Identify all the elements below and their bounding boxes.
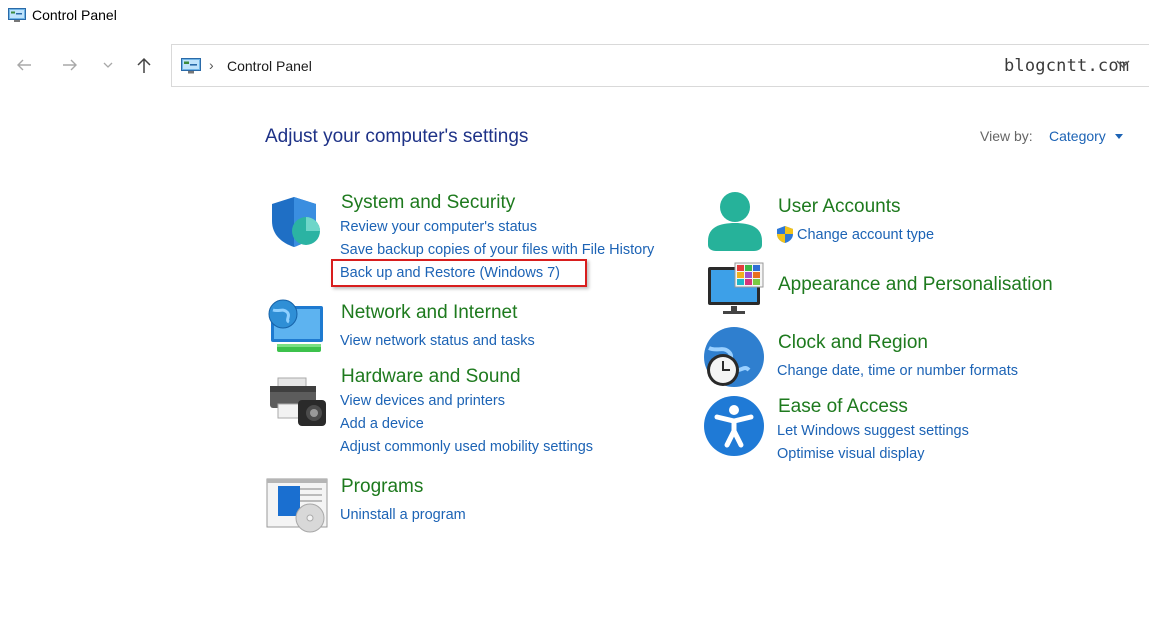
link-review-computer-status[interactable]: Review your computer's status (340, 219, 537, 235)
view-by-dropdown[interactable]: Category (1049, 128, 1106, 144)
window-title: Control Panel (32, 7, 117, 23)
category-hardware-and-sound[interactable]: Hardware and Sound (341, 366, 521, 388)
link-view-devices-printers[interactable]: View devices and printers (340, 393, 505, 409)
link-optimise-visual-display[interactable]: Optimise visual display (777, 446, 924, 462)
link-change-date-time-formats[interactable]: Change date, time or number formats (777, 363, 1018, 379)
appearance-icon (708, 262, 764, 314)
highlight-annotation-box (331, 259, 587, 287)
chevron-down-icon (103, 62, 113, 68)
link-uninstall-program[interactable]: Uninstall a program (340, 507, 466, 523)
category-system-and-security[interactable]: System and Security (341, 192, 515, 214)
printer-icon (270, 377, 326, 426)
link-windows-suggest-settings[interactable]: Let Windows suggest settings (777, 423, 969, 439)
caret-down-icon[interactable] (1115, 134, 1123, 139)
uac-shield-icon (777, 226, 793, 243)
category-programs[interactable]: Programs (341, 476, 423, 498)
arrow-right-icon (63, 59, 77, 71)
breadcrumb-separator-icon: › (209, 57, 214, 73)
view-by-label: View by: (980, 128, 1033, 144)
forward-button[interactable] (57, 52, 83, 78)
back-button[interactable] (11, 52, 37, 78)
link-mobility-settings[interactable]: Adjust commonly used mobility settings (340, 439, 593, 455)
category-user-accounts[interactable]: User Accounts (778, 196, 901, 218)
clock-globe-icon (704, 327, 764, 387)
recent-locations-button[interactable] (95, 52, 121, 78)
accessibility-icon (704, 396, 764, 456)
control-panel-icon (181, 58, 201, 74)
link-view-network-status[interactable]: View network status and tasks (340, 333, 535, 349)
user-accounts-icon (708, 192, 762, 251)
category-ease-of-access[interactable]: Ease of Access (778, 396, 908, 418)
page-title: Adjust your computer's settings (265, 126, 529, 147)
arrow-up-icon (137, 57, 151, 73)
category-appearance-personalisation[interactable]: Appearance and Personalisation (778, 274, 1053, 296)
link-file-history-backup[interactable]: Save backup copies of your files with Fi… (340, 242, 654, 258)
programs-icon (266, 478, 328, 533)
network-globe-icon (268, 299, 323, 352)
breadcrumb-control-panel[interactable]: Control Panel (227, 58, 312, 74)
title-bar: Control Panel (0, 0, 1151, 34)
link-add-device[interactable]: Add a device (340, 416, 424, 432)
category-network-and-internet[interactable]: Network and Internet (341, 302, 517, 324)
watermark-text: blogcntt.com (1004, 56, 1130, 76)
control-panel-icon (8, 8, 26, 22)
arrow-left-icon (17, 59, 31, 71)
address-bar[interactable]: › Control Panel blogcntt.com (171, 44, 1149, 87)
up-button[interactable] (131, 52, 157, 78)
shield-icon (272, 197, 320, 247)
chevron-down-icon[interactable] (1116, 59, 1130, 69)
category-clock-and-region[interactable]: Clock and Region (778, 332, 928, 354)
link-change-account-type[interactable]: Change account type (797, 227, 934, 243)
